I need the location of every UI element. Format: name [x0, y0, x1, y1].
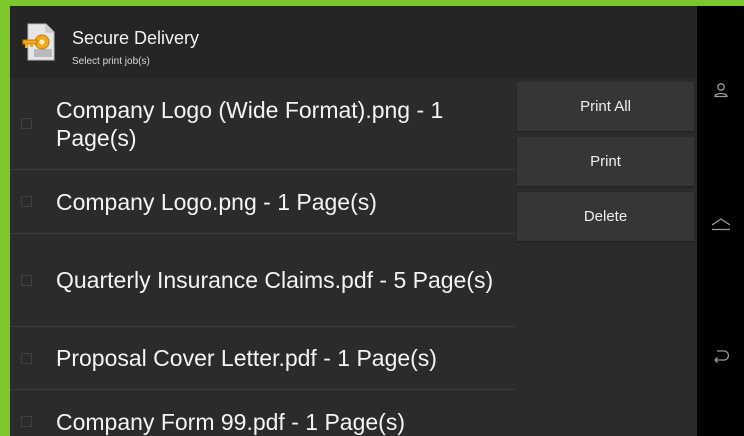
job-label: Company Logo.png - 1 Page(s): [56, 188, 377, 215]
job-checkbox[interactable]: [21, 274, 32, 286]
app-subtitle: Select print job(s): [72, 56, 150, 67]
secure-document-key-icon: [22, 22, 58, 62]
print-job-list: Company Logo (Wide Format).png - 1 Page(…: [10, 78, 515, 436]
list-item[interactable]: Quarterly Insurance Claims.pdf - 5 Page(…: [10, 234, 515, 327]
person-icon: [713, 82, 729, 103]
delete-button[interactable]: Delete: [517, 192, 694, 241]
list-item[interactable]: Proposal Cover Letter.pdf - 1 Page(s): [10, 327, 515, 390]
list-item[interactable]: Company Logo.png - 1 Page(s): [10, 170, 515, 234]
job-label: Company Logo (Wide Format).png - 1 Page(…: [56, 96, 444, 151]
action-panel: Print All Print Delete: [517, 82, 694, 247]
job-checkbox[interactable]: [21, 196, 32, 207]
nav-back-button[interactable]: [697, 338, 744, 378]
app-bar: Secure Delivery Select print job(s): [10, 6, 697, 78]
job-checkbox[interactable]: [21, 352, 32, 364]
job-label: Quarterly Insurance Claims.pdf - 5 Page(…: [56, 267, 494, 293]
list-item[interactable]: Company Logo (Wide Format).png - 1 Page(…: [10, 78, 515, 170]
app-title: Secure Delivery: [72, 28, 200, 48]
print-all-button[interactable]: Print All: [517, 82, 694, 131]
job-checkbox[interactable]: [21, 416, 32, 427]
nav-home-button[interactable]: [697, 206, 744, 246]
nav-user-button[interactable]: [697, 72, 744, 112]
job-label: Company Form 99.pdf - 1 Page(s): [56, 408, 405, 435]
system-nav-bar: [697, 6, 744, 436]
job-checkbox[interactable]: [21, 118, 32, 129]
print-button[interactable]: Print: [517, 137, 694, 186]
list-item[interactable]: Company Form 99.pdf - 1 Page(s): [10, 390, 515, 436]
job-label: Proposal Cover Letter.pdf - 1 Page(s): [56, 345, 437, 371]
screen: Secure Delivery Select print job(s) Comp…: [10, 6, 697, 436]
home-icon: [711, 217, 731, 236]
back-icon: [712, 349, 730, 368]
